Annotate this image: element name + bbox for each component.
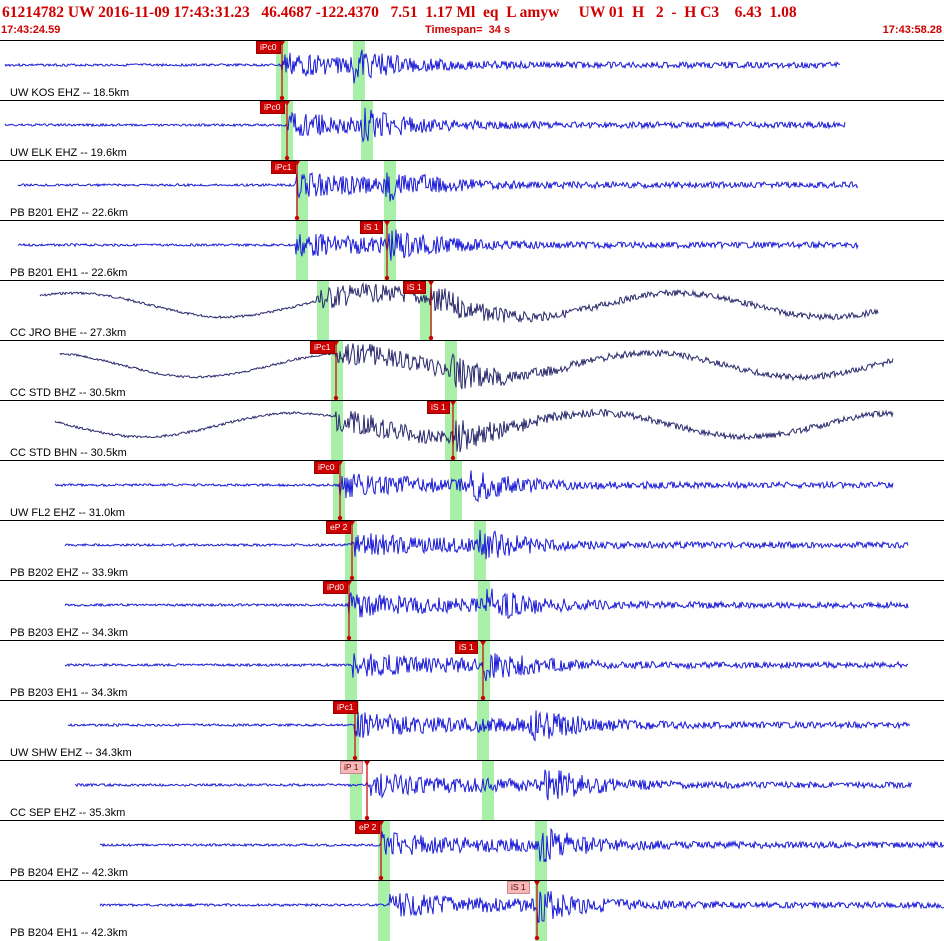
pick-flag-icon [364, 761, 370, 766]
seismogram-trace [54, 470, 894, 503]
phase-pick-label[interactable]: iS 1 [360, 221, 383, 234]
station-label: CC JRO BHE -- 27.3km [10, 327, 127, 339]
phase-pick-label[interactable]: iPc1 [271, 161, 296, 174]
station-label: UW FL2 EHZ -- 31.0km [10, 507, 125, 519]
s-window [361, 101, 373, 161]
seismogram-trace [99, 827, 944, 863]
channel-panel[interactable]: eP 2 PB B202 EHZ -- 33.9km [0, 520, 944, 581]
station-label: CC STD BHZ -- 30.5km [10, 387, 126, 399]
station-label: UW ELK EHZ -- 19.6km [10, 147, 127, 159]
phase-pick-label[interactable]: iP 1 [340, 761, 363, 774]
p-window [345, 641, 357, 701]
event-header: 61214782 UW 2016-11-09 17:43:31.23 46.46… [0, 0, 944, 40]
phase-pick-label[interactable]: iS 1 [427, 401, 450, 414]
seismogram-trace [64, 529, 909, 560]
station-label: UW KOS EHZ -- 18.5km [10, 87, 130, 99]
seismogram-trace [4, 49, 841, 84]
station-label: CC STD BHN -- 30.5km [10, 447, 127, 459]
waveform-plot [99, 881, 944, 941]
seismogram-trace [17, 229, 859, 261]
phase-pick-label[interactable]: iS 1 [507, 881, 530, 894]
phase-pick-label[interactable]: iPc0 [256, 41, 281, 54]
phase-pick-label[interactable]: iPc0 [260, 101, 285, 114]
station-label: PB B203 EHZ -- 34.3km [10, 627, 128, 639]
phase-pick-label[interactable]: iPc1 [310, 341, 335, 354]
channel-panel[interactable]: iPd0 PB B203 EHZ -- 34.3km [0, 580, 944, 641]
channel-panel[interactable]: iPc0 UW KOS EHZ -- 18.5km [0, 40, 944, 101]
event-summary-title: 61214782 UW 2016-11-09 17:43:31.23 46.46… [2, 4, 797, 21]
waveform-plot [74, 761, 913, 821]
waveform-plot [4, 41, 841, 101]
phase-pick-label[interactable]: iS 1 [403, 281, 426, 294]
station-label: PB B204 EH1 -- 42.3km [10, 927, 128, 939]
waveform-plot [54, 461, 894, 521]
channel-panel[interactable]: iPc1 UW SHW EHZ -- 34.3km [0, 700, 944, 761]
seismogram-trace [99, 891, 944, 923]
waveform-plot [99, 821, 944, 881]
channel-panel[interactable]: iS 1 PB B204 EH1 -- 42.3km [0, 880, 944, 941]
s-window [445, 341, 457, 401]
waveform-plot [64, 581, 909, 641]
waveform-plot [17, 161, 859, 221]
waveform-plot [17, 221, 859, 281]
end-time-label: 17:43:58.28 [882, 24, 942, 36]
channel-panel[interactable]: iS 1 PB B201 EH1 -- 22.6km [0, 220, 944, 281]
station-label: PB B201 EH1 -- 22.6km [10, 267, 128, 279]
channel-panel[interactable]: iPc0 UW FL2 EHZ -- 31.0km [0, 460, 944, 521]
phase-pick-label[interactable]: iPc0 [314, 461, 339, 474]
phase-pick-label[interactable]: eP 2 [355, 821, 381, 834]
p-window [378, 881, 390, 941]
channel-panel[interactable]: iS 1 CC JRO BHE -- 27.3km [0, 280, 944, 341]
waveform-plot [64, 521, 909, 581]
s-window [478, 581, 490, 641]
station-label: PB B204 EHZ -- 42.3km [10, 867, 128, 879]
channel-panel[interactable]: iS 1 CC STD BHN -- 30.5km [0, 400, 944, 461]
channel-panel[interactable]: eP 2 PB B204 EHZ -- 42.3km [0, 820, 944, 881]
phase-pick-label[interactable]: eP 2 [326, 521, 352, 534]
station-label: UW SHW EHZ -- 34.3km [10, 747, 132, 759]
station-label: PB B203 EH1 -- 34.3km [10, 687, 128, 699]
channel-panel[interactable]: iPc0 UW ELK EHZ -- 19.6km [0, 100, 944, 161]
channel-panel[interactable]: iPc1 PB B201 EHZ -- 22.6km [0, 160, 944, 221]
phase-pick-label[interactable]: iPc1 [333, 701, 358, 714]
timespan-label: Timespan= 34 s [425, 24, 511, 36]
s-window [482, 761, 494, 821]
waveform-plot [54, 401, 894, 461]
waveform-plot [39, 281, 879, 341]
seismogram-trace [4, 107, 846, 143]
waveform-panels[interactable]: iPc0 UW KOS EHZ -- 18.5km iPc0 UW ELK EHZ -… [0, 40, 944, 941]
phase-pick-label[interactable]: iS 1 [455, 641, 478, 654]
station-label: PB B201 EHZ -- 22.6km [10, 207, 128, 219]
channel-panel[interactable]: iPc1 CC STD BHZ -- 30.5km [0, 340, 944, 401]
channel-panel[interactable]: iS 1 PB B203 EH1 -- 34.3km [0, 640, 944, 701]
seismogram-trace [39, 282, 879, 324]
channel-panel[interactable]: iP 1 CC SEP EHZ -- 35.3km [0, 760, 944, 821]
waveform-plot [59, 341, 894, 401]
station-label: CC SEP EHZ -- 35.3km [10, 807, 126, 819]
seismogram-trace [17, 171, 859, 202]
waveform-plot [67, 701, 911, 761]
seismogram-trace [59, 343, 894, 390]
waveform-plot [4, 101, 846, 161]
phase-pick-label[interactable]: iPd0 [323, 581, 349, 594]
start-time-label: 17:43:24.59 [1, 24, 61, 36]
p-window [317, 281, 329, 341]
station-label: PB B202 EHZ -- 33.9km [10, 567, 128, 579]
seismogram-trace [54, 408, 894, 453]
